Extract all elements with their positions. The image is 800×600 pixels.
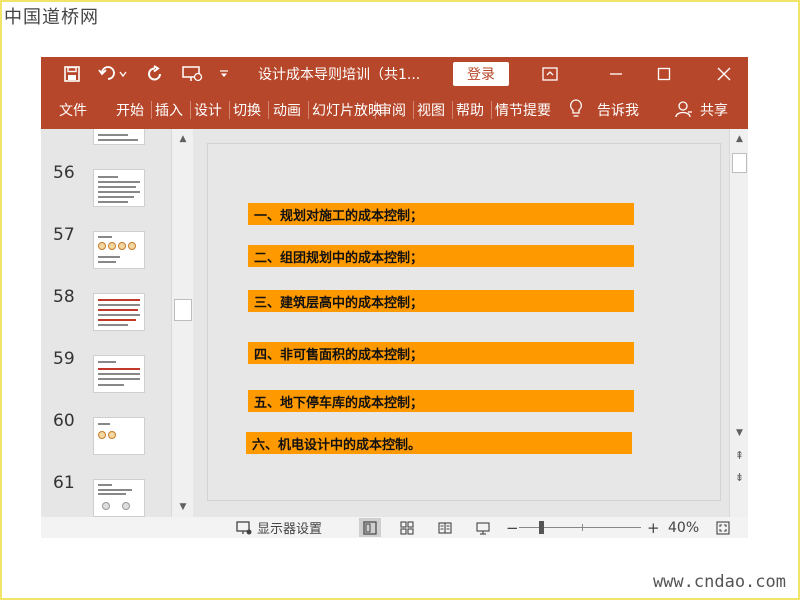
lightbulb-icon xyxy=(569,99,583,123)
thumbnails-scrollbar[interactable]: ▲ ▼ xyxy=(171,129,193,517)
zoom-slider[interactable] xyxy=(519,527,641,528)
slide-thumbnail[interactable] xyxy=(93,479,145,517)
scroll-up-icon[interactable]: ▲ xyxy=(172,131,194,147)
watermark-bottom: www.cndao.com xyxy=(652,572,786,592)
slide-number: 61 xyxy=(53,473,75,493)
powerpoint-window: 设计成本导则培训（共1... 登录 文件 开始 插入 设计 切换 动画 幻灯片放… xyxy=(41,57,748,538)
close-icon[interactable] xyxy=(701,57,747,91)
slide-text-box[interactable]: 一、规划对施工的成本控制； xyxy=(248,203,634,225)
slide-editor: 一、规划对施工的成本控制； 二、组团规划中的成本控制； 三、建筑层高中的成本控制… xyxy=(193,129,729,517)
tab-storyboard[interactable]: 情节提要 xyxy=(495,100,551,120)
slide-thumbnail[interactable] xyxy=(93,417,145,455)
normal-view-icon[interactable] xyxy=(359,518,381,537)
tab-review[interactable]: 审阅 xyxy=(378,100,406,120)
slide-sorter-icon[interactable] xyxy=(396,518,418,537)
watermark-top: 中国道桥网 xyxy=(4,7,99,28)
current-slide[interactable]: 一、规划对施工的成本控制； 二、组团规划中的成本控制； 三、建筑层高中的成本控制… xyxy=(207,143,721,501)
tab-design[interactable]: 设计 xyxy=(194,100,222,120)
tab-insert[interactable]: 插入 xyxy=(155,100,183,120)
zoom-slider-knob[interactable] xyxy=(539,521,544,534)
zoom-out-button[interactable]: − xyxy=(506,517,519,538)
slide-number: 57 xyxy=(53,225,75,245)
scroll-down-icon[interactable]: ▼ xyxy=(172,499,194,515)
tab-home[interactable]: 开始 xyxy=(116,100,144,120)
scroll-down-icon[interactable]: ▼ xyxy=(730,425,748,441)
scrollbar-thumb[interactable] xyxy=(174,299,192,321)
slide-text-box[interactable]: 三、建筑层高中的成本控制； xyxy=(248,290,634,312)
maximize-icon[interactable] xyxy=(641,57,687,91)
tab-slideshow[interactable]: 幻灯片放映 xyxy=(312,100,382,120)
slideshow-view-icon[interactable] xyxy=(472,518,494,537)
ribbon-display-icon[interactable] xyxy=(527,57,573,91)
slide-thumbnail[interactable] xyxy=(93,231,145,269)
save-icon[interactable] xyxy=(61,63,83,85)
slide-text-box[interactable]: 六、机电设计中的成本控制。 xyxy=(246,432,632,454)
tab-file[interactable]: 文件 xyxy=(59,100,87,120)
ribbon-tabs: 文件 开始 插入 设计 切换 动画 幻灯片放映 审阅 视图 帮助 情节提要 告诉… xyxy=(41,91,748,129)
status-bar: 显示器设置 − + 40% xyxy=(41,517,748,538)
slide-number: 58 xyxy=(53,287,75,307)
share-icon xyxy=(675,100,693,122)
minimize-icon[interactable] xyxy=(593,57,639,91)
tell-me-search[interactable]: 告诉我 xyxy=(597,100,639,120)
present-icon[interactable] xyxy=(180,63,204,85)
slide-text-box[interactable]: 二、组团规划中的成本控制； xyxy=(248,245,634,267)
slide-thumbnail[interactable] xyxy=(93,355,145,393)
slide-number: 59 xyxy=(53,349,75,369)
undo-icon[interactable] xyxy=(96,63,130,85)
slide-text-box[interactable]: 四、非可售面积的成本控制； xyxy=(248,342,634,364)
tab-transitions[interactable]: 切换 xyxy=(233,100,261,120)
document-title: 设计成本导则培训（共1... xyxy=(258,67,421,83)
title-bar: 设计成本导则培训（共1... 登录 xyxy=(41,57,748,91)
display-settings-icon xyxy=(236,517,252,538)
scroll-up-icon[interactable]: ▲ xyxy=(730,131,748,147)
tab-view[interactable]: 视图 xyxy=(417,100,445,120)
scrollbar-thumb[interactable] xyxy=(732,153,747,173)
slide-number: 60 xyxy=(53,411,75,431)
slide-number: 56 xyxy=(53,163,75,183)
tab-help[interactable]: 帮助 xyxy=(456,100,484,120)
tab-animations[interactable]: 动画 xyxy=(273,100,301,120)
customize-qat-icon[interactable] xyxy=(217,63,231,85)
redo-icon[interactable] xyxy=(145,63,165,85)
reading-view-icon[interactable] xyxy=(434,518,456,537)
previous-slide-icon[interactable]: ⇞ xyxy=(730,447,748,463)
slide-thumbnail[interactable] xyxy=(93,169,145,207)
slide-thumbnail[interactable] xyxy=(93,293,145,331)
fit-to-window-icon[interactable] xyxy=(712,518,734,537)
next-slide-icon[interactable]: ⇟ xyxy=(730,469,748,485)
login-button[interactable]: 登录 xyxy=(453,62,509,86)
zoom-in-button[interactable]: + xyxy=(647,517,660,538)
zoom-slider-center-tick xyxy=(582,524,583,531)
display-settings-button[interactable]: 显示器设置 xyxy=(257,517,322,538)
slide-thumbnail[interactable] xyxy=(93,129,145,145)
slide-text-box[interactable]: 五、地下停车库的成本控制； xyxy=(248,390,634,412)
editor-scrollbar[interactable]: ▲ ▼ ⇞ ⇟ xyxy=(729,129,748,517)
zoom-level[interactable]: 40% xyxy=(668,517,699,538)
share-button[interactable]: 共享 xyxy=(700,100,728,120)
